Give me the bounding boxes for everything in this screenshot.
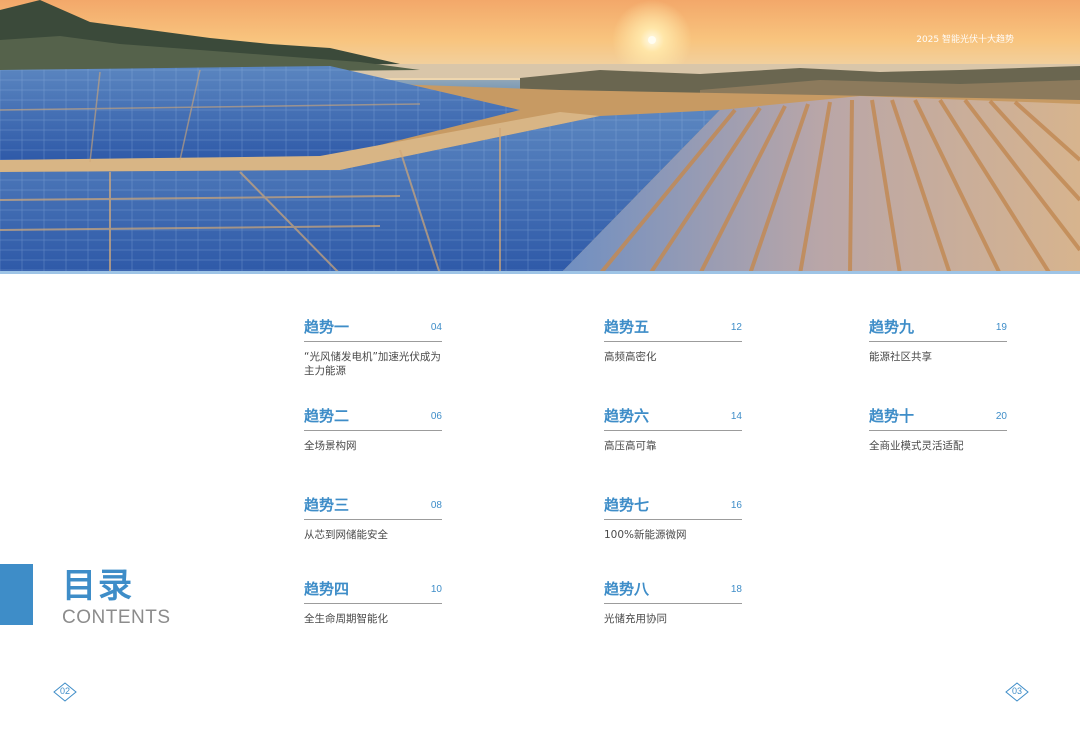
toc-entry-page: 20 [995,411,1007,422]
toc-entry-name: 趋势九 [869,318,915,336]
toc-entry-name: 趋势六 [604,407,650,425]
report-title-header: 2025 智能光伏十大趋势 [916,35,1014,45]
toc-entry-page: 06 [430,411,442,422]
toc-entry-page: 18 [730,584,742,595]
toc-entry-header: 趋势二 06 [304,405,442,431]
hero-bottom-rule [0,271,1080,274]
right-page-number-text: 03 [1011,686,1022,696]
toc-entry-header: 趋势一 04 [304,316,442,342]
right-page-number: 03 [1005,682,1029,702]
toc-entry-desc: 光储充用协同 [604,613,667,625]
toc-entry-desc: 高频高密化 [604,351,657,363]
toc-entry-desc: 全商业模式灵活适配 [869,440,964,452]
toc-entry-page: 19 [995,322,1007,333]
toc-entry-desc: 高压高可靠 [604,440,657,452]
toc-entry-header: 趋势八 18 [604,578,742,604]
toc-entry-name: 趋势十 [869,407,915,425]
toc-entry-desc: 100%新能源微网 [604,529,687,541]
toc-entry-header: 趋势七 16 [604,494,742,520]
toc-entry-page: 08 [430,500,442,511]
toc-entry-3[interactable]: 趋势三 08 从芯到网储能安全 [304,494,442,542]
toc-entry-10[interactable]: 趋势十 20 全商业模式灵活适配 [869,405,1007,453]
toc-entry-header: 趋势十 20 [869,405,1007,431]
contents-title-cn: 目录 [62,566,134,606]
toc-entry-desc: 全生命周期智能化 [304,613,388,625]
toc-entry-page: 14 [730,411,742,422]
toc-entry-page: 16 [730,500,742,511]
toc-entry-2[interactable]: 趋势二 06 全场景构网 [304,405,442,453]
toc-entry-name: 趋势五 [604,318,650,336]
toc-entry-4[interactable]: 趋势四 10 全生命周期智能化 [304,578,442,626]
toc-entry-7[interactable]: 趋势七 16 100%新能源微网 [604,494,742,542]
toc-entry-header: 趋势四 10 [304,578,442,604]
toc-entry-9[interactable]: 趋势九 19 能源社区共享 [869,316,1007,364]
toc-entry-desc: 能源社区共享 [869,351,932,363]
toc-entry-desc: 全场景构网 [304,440,357,452]
toc-entry-name: 趋势四 [304,580,350,598]
toc-entry-name: 趋势八 [604,580,650,598]
toc-entry-name: 趋势七 [604,496,650,514]
toc-entry-name: 趋势三 [304,496,350,514]
toc-entry-6[interactable]: 趋势六 14 高压高可靠 [604,405,742,453]
toc-entry-header: 趋势三 08 [304,494,442,520]
left-page-number: 02 [53,682,77,702]
toc-entry-5[interactable]: 趋势五 12 高频高密化 [604,316,742,364]
toc-entry-name: 趋势一 [304,318,350,336]
toc-entry-desc: “光风储发电机”加速光伏成为主力能源 [304,351,441,377]
title-accent-bar [0,564,33,625]
toc-entry-page: 12 [730,322,742,333]
toc-entry-desc: 从芯到网储能安全 [304,529,388,541]
left-page-number-text: 02 [59,686,70,696]
contents-title-en: CONTENTS [62,607,171,628]
toc-entry-1[interactable]: 趋势一 04 “光风储发电机”加速光伏成为主力能源 [304,316,442,378]
toc-entry-page: 10 [430,584,442,595]
toc-entry-header: 趋势五 12 [604,316,742,342]
toc-entry-header: 趋势六 14 [604,405,742,431]
toc-entry-header: 趋势九 19 [869,316,1007,342]
toc-entry-page: 04 [430,322,442,333]
hero-photo: 2025 智能光伏十大趋势 [0,0,1080,274]
toc-entry-name: 趋势二 [304,407,350,425]
toc-entry-8[interactable]: 趋势八 18 光储充用协同 [604,578,742,626]
